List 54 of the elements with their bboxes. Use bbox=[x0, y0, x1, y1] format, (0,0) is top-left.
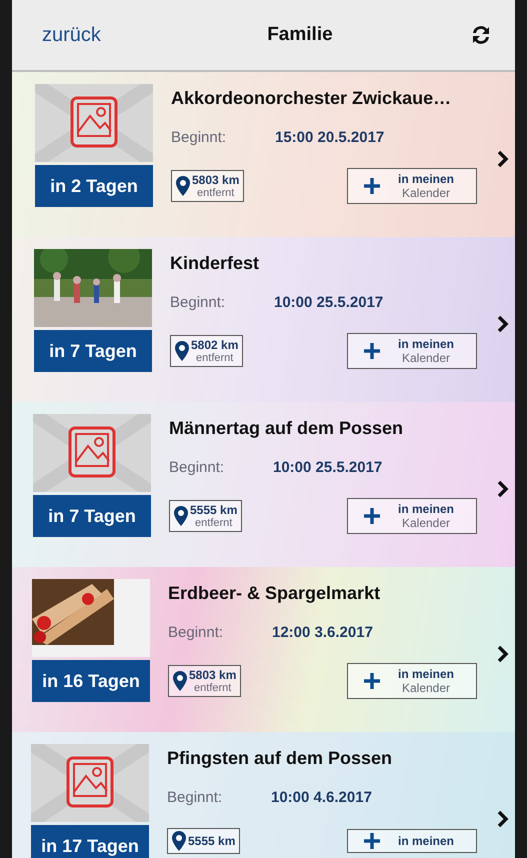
distance-value: 5802 km bbox=[191, 338, 238, 352]
days-until-badge: in 16 Tagen bbox=[32, 660, 150, 702]
chevron-right-icon[interactable] bbox=[497, 315, 509, 333]
chevron-right-icon[interactable] bbox=[497, 150, 509, 168]
event-title[interactable]: Pfingsten auf dem Possen bbox=[167, 748, 505, 769]
start-time: 15:00 20.5.2017 bbox=[275, 129, 384, 146]
location-pin-icon bbox=[173, 671, 187, 691]
plus-icon bbox=[364, 178, 380, 194]
event-title[interactable]: Kinderfest bbox=[170, 253, 505, 274]
image-placeholder-icon bbox=[33, 414, 151, 492]
location-pin-icon bbox=[174, 506, 188, 526]
distance-note: entfernt bbox=[195, 352, 234, 364]
start-time: 10:00 4.6.2017 bbox=[271, 789, 372, 806]
plus-icon bbox=[364, 343, 380, 359]
event-title[interactable]: Männertag auf dem Possen bbox=[169, 418, 505, 439]
add-to-calendar-button[interactable]: in meinen Kalender bbox=[347, 498, 477, 534]
back-link[interactable]: zurück bbox=[42, 24, 101, 46]
add-to-calendar-button[interactable]: in meinen Kalender bbox=[347, 333, 477, 369]
distance-value: 5803 km bbox=[192, 173, 240, 187]
location-pin-icon bbox=[176, 176, 190, 196]
distance-note: entfernt bbox=[196, 187, 236, 199]
page-title: Familie bbox=[267, 24, 333, 46]
days-until-badge: in 2 Tagen bbox=[35, 165, 153, 207]
plus-icon bbox=[364, 508, 380, 524]
location-pin-icon bbox=[175, 341, 189, 361]
start-label: Beginnt: bbox=[169, 459, 226, 476]
distance-note: entfernt bbox=[194, 517, 234, 529]
start-label: Beginnt: bbox=[171, 129, 228, 146]
chevron-right-icon[interactable] bbox=[497, 810, 509, 828]
start-time: 12:00 3.6.2017 bbox=[272, 624, 373, 641]
distance-value: 5555 km bbox=[188, 834, 236, 848]
chevron-right-icon[interactable] bbox=[497, 480, 509, 498]
days-until-badge: in 7 Tagen bbox=[34, 330, 152, 372]
image-placeholder-icon bbox=[31, 744, 149, 822]
start-label: Beginnt: bbox=[168, 624, 224, 641]
start-time: 10:00 25.5.2017 bbox=[273, 459, 382, 476]
distance-value: 5803 km bbox=[189, 668, 236, 682]
distance-note: entfernt bbox=[193, 682, 232, 694]
distance-value: 5555 km bbox=[190, 503, 238, 517]
event-title[interactable]: Erdbeer- & Spargelmarkt bbox=[168, 583, 505, 604]
start-label: Beginnt: bbox=[167, 789, 224, 806]
start-label: Beginnt: bbox=[170, 294, 226, 311]
days-until-badge: in 17 Tagen bbox=[31, 825, 149, 858]
start-time: 10:00 25.5.2017 bbox=[274, 294, 384, 311]
plus-icon bbox=[364, 673, 380, 689]
add-to-calendar-button[interactable]: in meinen Kalender bbox=[347, 168, 477, 204]
add-to-calendar-button[interactable]: in meinen Kalender bbox=[347, 663, 477, 699]
event-title[interactable]: Akkordeonorchester Zwickaue… bbox=[171, 88, 505, 109]
days-until-badge: in 7 Tagen bbox=[33, 495, 151, 537]
chevron-right-icon[interactable] bbox=[497, 645, 509, 663]
image-placeholder-icon bbox=[35, 84, 153, 162]
plus-icon bbox=[364, 833, 380, 849]
add-to-calendar-button[interactable]: in meinen bbox=[347, 829, 477, 853]
location-pin-icon bbox=[172, 831, 186, 851]
